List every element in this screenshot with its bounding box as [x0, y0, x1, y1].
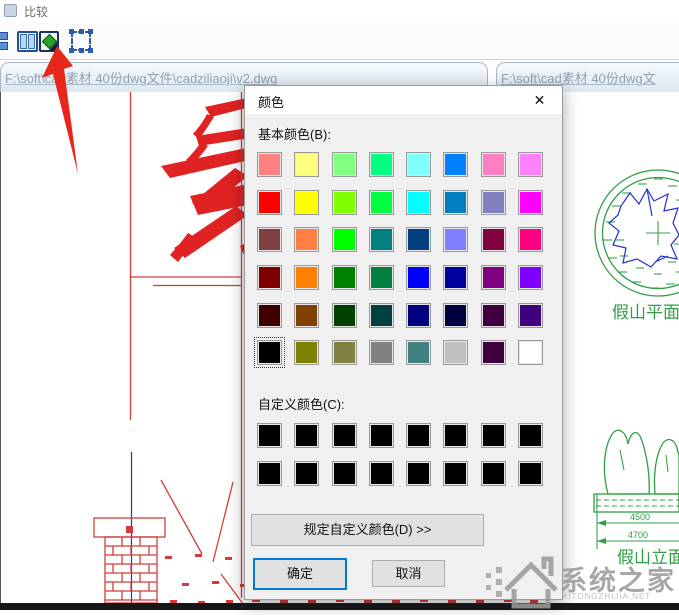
ok-button[interactable]: 确定 [253, 558, 347, 590]
basic-colors-grid [257, 152, 543, 365]
color-swatch[interactable] [443, 423, 468, 448]
toolbar [0, 22, 679, 60]
color-swatch[interactable] [257, 423, 282, 448]
color-swatch[interactable] [294, 227, 319, 252]
color-swatch[interactable] [369, 303, 394, 328]
handle [79, 48, 84, 53]
layers-icon-bar [0, 32, 8, 40]
color-swatch[interactable] [443, 152, 468, 177]
color-swatch[interactable] [443, 461, 468, 486]
color-swatch[interactable] [294, 190, 319, 215]
color-swatch[interactable] [332, 340, 357, 365]
panel-right-glyph [28, 34, 35, 49]
color-swatch[interactable] [257, 227, 282, 252]
color-swatch[interactable] [294, 423, 319, 448]
color-swatch[interactable] [406, 303, 431, 328]
color-swatch[interactable] [369, 265, 394, 290]
color-swatch[interactable] [406, 190, 431, 215]
color-swatch[interactable] [518, 303, 543, 328]
close-icon[interactable]: ✕ [517, 86, 562, 114]
color-swatch[interactable] [481, 461, 506, 486]
layers-icon-bar [0, 42, 8, 50]
custom-colors-label: 自定义颜色(C): [258, 394, 345, 413]
color-swatch[interactable] [369, 340, 394, 365]
color-swatch[interactable] [369, 227, 394, 252]
basic-colors-label: 基本颜色(B): [258, 124, 331, 143]
color-swatch[interactable] [481, 190, 506, 215]
color-swatch[interactable] [443, 265, 468, 290]
color-swatch[interactable] [369, 190, 394, 215]
color-swatch[interactable] [332, 265, 357, 290]
color-swatch[interactable] [518, 423, 543, 448]
color-swatch[interactable] [257, 303, 282, 328]
corner-glyph [49, 42, 57, 50]
color-swatch[interactable] [443, 303, 468, 328]
window-title: 比较 [24, 3, 48, 20]
bottom-strip [0, 603, 679, 610]
color-swatch[interactable] [481, 227, 506, 252]
color-swatch[interactable] [332, 152, 357, 177]
color-swatch[interactable] [518, 340, 543, 365]
define-custom-colors-button[interactable]: 规定自定义颜色(D) >> [251, 514, 484, 546]
handle [79, 29, 84, 34]
color-swatch[interactable] [481, 265, 506, 290]
dialog-titlebar[interactable]: 颜色 ✕ [245, 86, 562, 114]
color-swatch[interactable] [332, 423, 357, 448]
color-swatch[interactable] [257, 340, 282, 365]
handle [69, 48, 74, 53]
color-swatch[interactable] [518, 265, 543, 290]
color-swatch[interactable] [481, 423, 506, 448]
selection-marquee-icon[interactable] [71, 31, 91, 51]
color-swatch[interactable] [443, 227, 468, 252]
window-titlebar: 比较 [0, 0, 679, 22]
color-swatch[interactable] [332, 303, 357, 328]
color-swatch[interactable] [406, 461, 431, 486]
tile-panels-icon[interactable] [17, 31, 38, 52]
dialog-title: 颜色 [258, 92, 284, 111]
color-swatch[interactable] [518, 190, 543, 215]
color-swatch[interactable] [443, 340, 468, 365]
color-swatch[interactable] [369, 423, 394, 448]
custom-colors-grid [257, 423, 543, 486]
color-swatch[interactable] [369, 152, 394, 177]
handle [88, 29, 93, 34]
color-swatch[interactable] [481, 152, 506, 177]
color-swatch[interactable] [406, 152, 431, 177]
color-swatch[interactable] [294, 152, 319, 177]
color-swatch[interactable] [406, 265, 431, 290]
panel-left-glyph [20, 34, 27, 49]
color-swatch[interactable] [481, 303, 506, 328]
color-swatch[interactable] [294, 461, 319, 486]
color-swatch[interactable] [294, 265, 319, 290]
color-swatch[interactable] [443, 190, 468, 215]
color-swatch[interactable] [294, 303, 319, 328]
compare-image-icon[interactable] [39, 31, 59, 52]
color-swatch[interactable] [257, 461, 282, 486]
color-swatch[interactable] [257, 152, 282, 177]
color-swatch[interactable] [406, 340, 431, 365]
color-swatch[interactable] [294, 340, 319, 365]
color-dialog: 颜色 ✕ 基本颜色(B): 自定义颜色(C): 规定自定义颜色(D) >> 确定… [244, 85, 563, 600]
color-swatch[interactable] [406, 227, 431, 252]
color-swatch[interactable] [257, 190, 282, 215]
color-swatch[interactable] [518, 461, 543, 486]
cancel-button[interactable]: 取消 [372, 560, 445, 587]
color-swatch[interactable] [369, 461, 394, 486]
color-swatch[interactable] [518, 152, 543, 177]
color-swatch[interactable] [332, 461, 357, 486]
layers-icon[interactable] [0, 31, 8, 52]
left-file-path: F:\soft\cad素材 40份dwg文件\cadziliaoji\v2.dw… [1, 63, 487, 87]
color-swatch[interactable] [257, 265, 282, 290]
handle [88, 48, 93, 53]
handle [69, 29, 74, 34]
color-swatch[interactable] [332, 227, 357, 252]
color-swatch[interactable] [406, 423, 431, 448]
color-swatch[interactable] [332, 190, 357, 215]
app-icon [4, 4, 17, 17]
right-file-path: F:\soft\cad素材 40份dwg文 [497, 63, 679, 87]
color-swatch[interactable] [481, 340, 506, 365]
color-swatch[interactable] [518, 227, 543, 252]
